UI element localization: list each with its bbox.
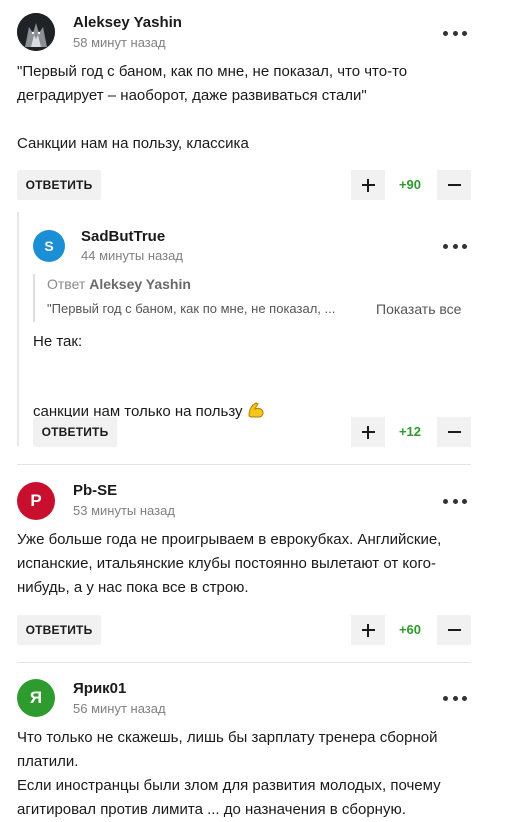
comment-yarik01: Я Ярик01 56 минут назад Что только не ск…	[0, 0, 505, 820]
more-options-icon[interactable]	[443, 691, 467, 705]
comment-text: Что только не скажешь, лишь бы зарплату …	[17, 729, 441, 818]
comment-timestamp: 56 минут назад	[73, 701, 166, 716]
avatar-letter: Я	[29, 688, 43, 707]
avatar[interactable]: Я	[17, 679, 55, 717]
comment-author[interactable]: Ярик01	[73, 680, 126, 697]
